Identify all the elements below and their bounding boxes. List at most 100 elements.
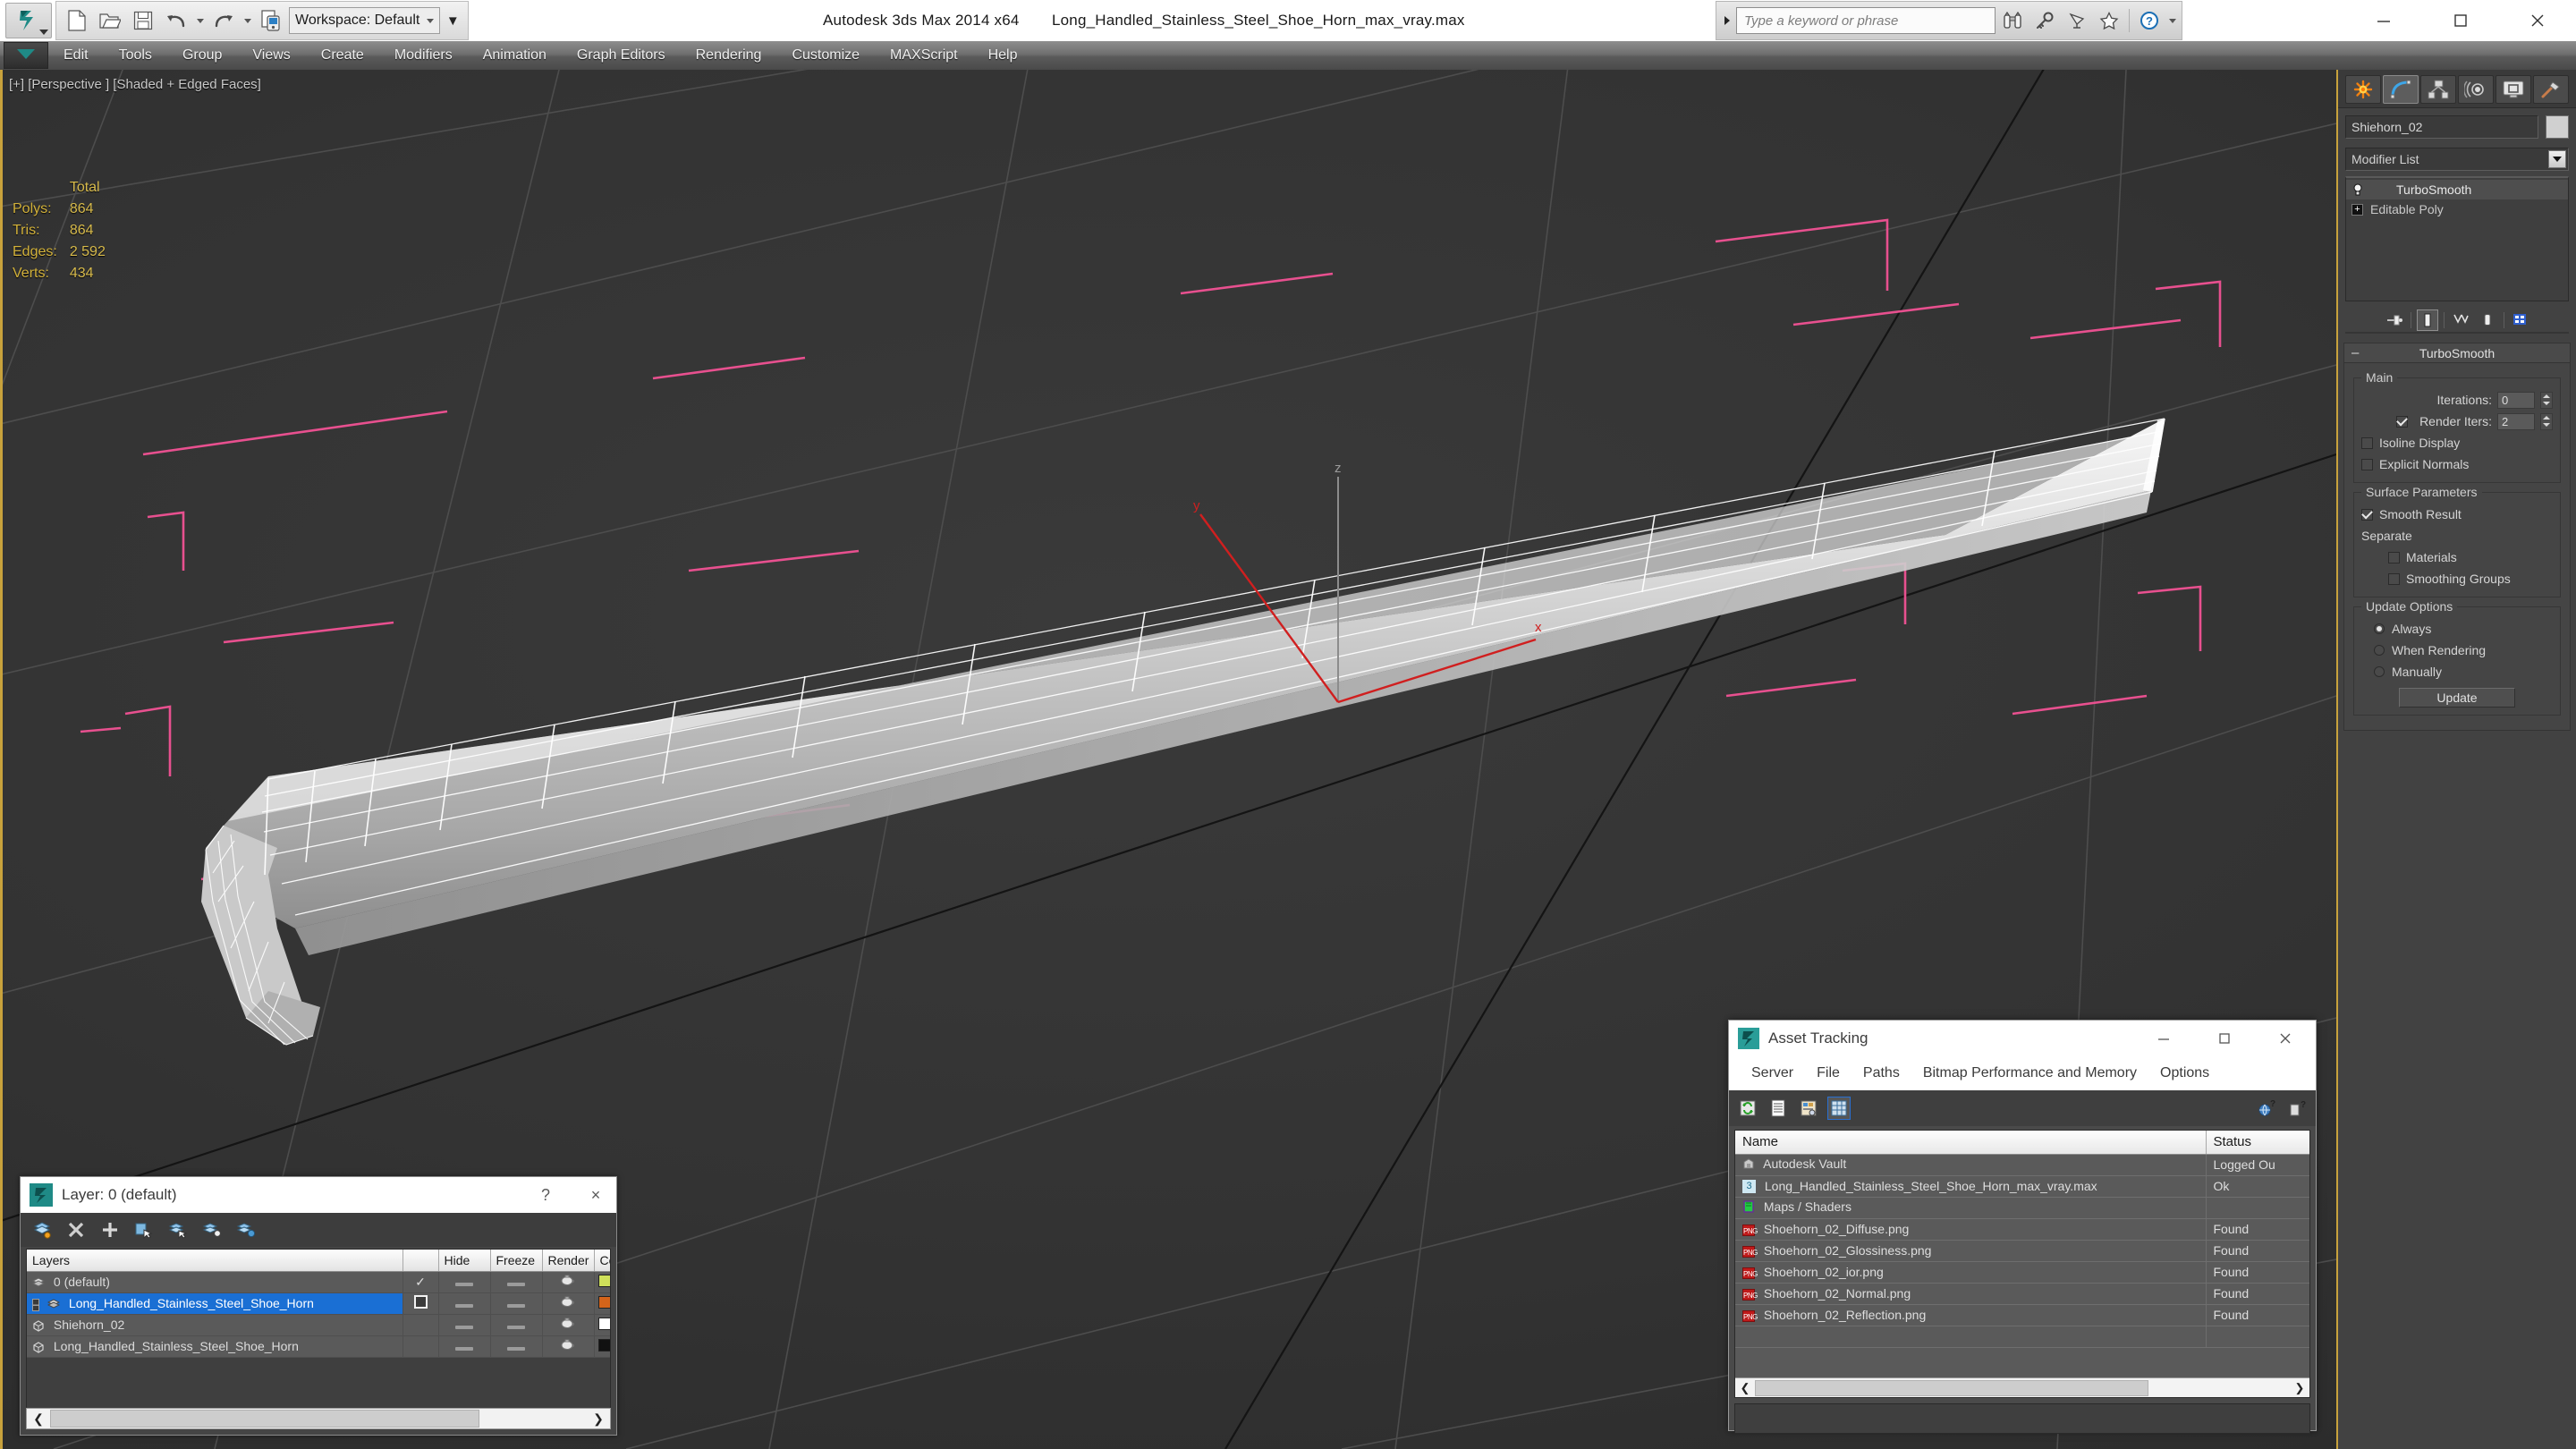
asset-name[interactable]: PNG Shoehorn_02_Reflection.png [1735,1304,2207,1326]
minimize-button[interactable] [2345,0,2422,41]
asset-name[interactable]: PNG Shoehorn_02_Diffuse.png [1735,1218,2207,1241]
add-selection-to-layer-icon[interactable] [99,1219,121,1241]
menu-item-animation[interactable]: Animation [468,41,562,70]
hide-toggle[interactable] [438,1292,491,1315]
display-tab[interactable] [2496,75,2531,104]
help-dropdown-icon[interactable] [2166,5,2178,36]
object-color[interactable] [594,1314,610,1336]
layer-list[interactable]: Layers Hide Freeze Render Co 0 (default)… [26,1249,611,1419]
scroll-left-icon[interactable]: ❮ [27,1409,50,1428]
table-row[interactable]: PNG Shoehorn_02_Reflection.png Found [1735,1304,2309,1326]
render-toggle[interactable] [542,1292,595,1315]
render-iters-field[interactable]: 2 [2497,412,2535,430]
isoline-display-checkbox[interactable] [2361,436,2373,449]
open-file-icon[interactable] [95,5,125,36]
expand-plus-icon[interactable]: + [2351,203,2363,216]
maximize-button[interactable] [2194,1021,2255,1056]
chevron-down-icon[interactable] [2548,150,2566,168]
collapse-icon[interactable]: – [2351,345,2359,360]
search-binoculars-icon[interactable] [1997,5,2028,36]
menu-item-views[interactable]: Views [237,41,305,70]
hide-toggle[interactable] [438,1314,491,1336]
update-manually-radio[interactable] [2374,666,2385,677]
smooth-result-checkbox[interactable] [2361,508,2373,521]
table-row[interactable]: PNG Shoehorn_02_Glossiness.png Found [1735,1240,2309,1262]
delete-layer-icon[interactable] [65,1219,87,1241]
current-layer-check[interactable] [402,1314,439,1336]
layer-properties-icon[interactable] [235,1219,257,1241]
modifier-stack-item-editable-poly[interactable]: + Editable Poly [2346,199,2568,219]
project-folder-icon[interactable] [256,5,286,36]
freeze-toggle[interactable] [490,1335,543,1358]
save-file-icon[interactable] [128,5,158,36]
column-current[interactable] [402,1250,439,1272]
table-row[interactable]: Shiehorn_02 [27,1314,610,1336]
asset-name[interactable]: Maps / Shaders [1735,1197,2207,1219]
menu-item-bitmap-performance[interactable]: Bitmap Performance and Memory [1911,1056,2148,1090]
undo-icon[interactable] [161,5,191,36]
asset-name[interactable]: PNG Shoehorn_02_Normal.png [1735,1283,2207,1305]
update-always-radio[interactable] [2374,623,2385,634]
update-button[interactable]: Update [2399,688,2515,708]
list-view-icon[interactable] [1767,1097,1790,1120]
detail-view-icon[interactable] [1797,1097,1820,1120]
close-button[interactable]: × [575,1177,616,1213]
iterations-spinner[interactable] [2540,391,2553,409]
table-row[interactable]: Maps / Shaders [1735,1197,2309,1219]
subscription-key-icon[interactable] [2029,5,2060,36]
table-row[interactable]: PNG Shoehorn_02_Normal.png Found [1735,1283,2309,1305]
motion-tab[interactable] [2458,75,2494,104]
modifier-stack-item-turbosmooth[interactable]: TurboSmooth [2346,180,2568,199]
menu-item-modifiers[interactable]: Modifiers [379,41,468,70]
table-row[interactable]: Long_Handled_Stainless_Steel_Shoe_Horn [27,1335,610,1358]
collapse-minus-icon[interactable]: – [32,1299,40,1311]
update-when-rendering-radio[interactable] [2374,645,2385,656]
remove-modifier-icon[interactable] [2477,309,2498,331]
minimize-button[interactable] [2133,1021,2194,1056]
asset-name[interactable]: PNG Shoehorn_02_ior.png [1735,1261,2207,1284]
current-layer-check[interactable] [402,1292,439,1315]
help-button[interactable]: ? [525,1177,566,1213]
create-tab[interactable] [2345,75,2381,104]
highlight-selected-objects-icon[interactable] [201,1219,223,1241]
scrollbar-thumb[interactable] [1755,1379,2148,1396]
smooth-result-row[interactable]: Smooth Result [2361,504,2553,525]
smoothing-groups-checkbox[interactable] [2388,572,2400,585]
render-iters-checkbox[interactable] [2396,415,2409,428]
scrollbar-track[interactable] [479,1409,587,1428]
search-input[interactable]: Type a keyword or phrase [1736,7,1996,34]
communication-center-icon[interactable] [2062,5,2092,36]
menu-item-edit[interactable]: Edit [48,41,104,70]
layer-name[interactable]: – Long_Handled_Stainless_Steel_Shoe_Horn [27,1292,403,1315]
menu-item-rendering[interactable]: Rendering [681,41,777,70]
object-color-swatch[interactable] [2546,115,2569,139]
scrollbar-thumb[interactable] [50,1410,479,1428]
scroll-right-icon[interactable]: ❯ [2290,1379,2309,1397]
freeze-toggle[interactable] [490,1292,543,1315]
new-file-icon[interactable] [62,5,92,36]
layer-color[interactable] [594,1292,610,1315]
close-button[interactable] [2255,1021,2316,1056]
quick-access-overflow-icon[interactable]: ▼ [443,5,462,36]
modifier-list-dropdown[interactable]: Modifier List [2345,148,2569,171]
column-render[interactable]: Render [542,1250,595,1272]
create-new-layer-icon[interactable] [31,1219,53,1241]
render-iters-spinner[interactable] [2540,412,2553,430]
object-name[interactable]: Long_Handled_Stainless_Steel_Shoe_Horn [27,1335,403,1358]
viewport-label[interactable]: [+] [Perspective ] [Shaded + Edged Faces… [9,77,261,92]
menu-item-graph-editors[interactable]: Graph Editors [562,41,681,70]
undo-dropdown-icon[interactable] [194,5,206,36]
menu-item-customize[interactable]: Customize [776,41,875,70]
menu-app-icon[interactable] [4,42,48,69]
infocenter-expand-icon[interactable] [1720,7,1734,34]
grid-view-icon[interactable] [1827,1097,1851,1120]
show-end-result-icon[interactable] [2416,309,2438,331]
layer-horizontal-scrollbar[interactable]: ❮ ❯ [26,1408,611,1429]
pin-stack-icon[interactable] [2384,309,2405,331]
turbosmooth-rollout-header[interactable]: – TurboSmooth [2344,343,2570,363]
redo-icon[interactable] [208,5,239,36]
favorites-star-icon[interactable] [2094,5,2124,36]
hide-toggle[interactable] [438,1271,491,1293]
current-layer-check[interactable] [402,1335,439,1358]
update-when-rendering-row[interactable]: When Rendering [2361,640,2553,661]
